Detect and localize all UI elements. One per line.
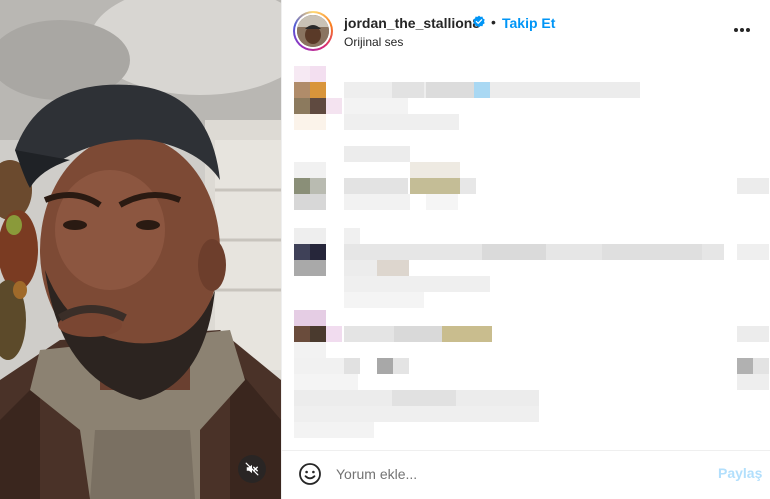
separator-dot: • <box>491 14 496 30</box>
speaker-muted-icon <box>245 462 259 476</box>
audio-label[interactable]: Orijinal ses <box>344 35 403 49</box>
comment-input[interactable] <box>336 463 696 485</box>
post-panel: jordan_the_stallion8 • Takip Et Orijinal… <box>281 0 770 499</box>
story-ring[interactable] <box>293 11 333 51</box>
post-media[interactable] <box>0 0 281 499</box>
mute-toggle-button[interactable] <box>238 455 266 483</box>
video-frame <box>0 0 281 499</box>
more-horizontal-icon <box>734 28 750 32</box>
comments-list <box>282 62 770 450</box>
share-button[interactable]: Paylaş <box>718 465 762 481</box>
avatar <box>297 15 329 47</box>
username-link[interactable]: jordan_the_stallion8 <box>344 15 480 31</box>
smiley-icon[interactable] <box>298 462 322 486</box>
post-header: jordan_the_stallion8 • Takip Et Orijinal… <box>282 0 770 62</box>
comment-composer: Paylaş <box>282 450 770 499</box>
more-options-button[interactable] <box>730 18 754 42</box>
verified-badge-icon <box>473 15 485 28</box>
follow-button[interactable]: Takip Et <box>502 15 555 31</box>
